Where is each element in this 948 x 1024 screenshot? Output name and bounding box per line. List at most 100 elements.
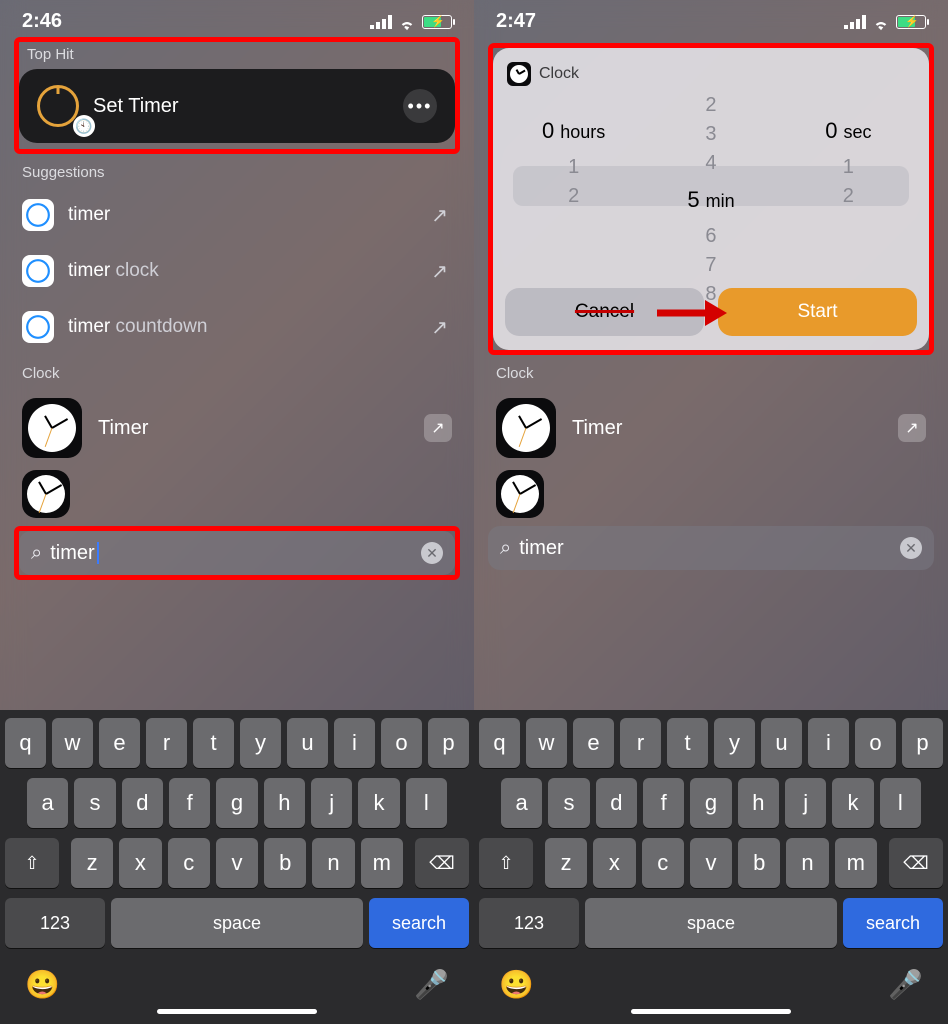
time-picker[interactable]: 0hours 1 2 2 3 4 5min 6 7 8: [505, 94, 917, 274]
dictation-key[interactable]: 🎤: [414, 968, 449, 1001]
status-time: 2:46: [22, 10, 62, 33]
key-a[interactable]: a: [27, 778, 68, 828]
key-b[interactable]: b: [264, 838, 306, 888]
go-arrow-icon: ↗: [431, 203, 448, 228]
hours-column[interactable]: 0hours 1 2: [506, 94, 642, 274]
shift-key[interactable]: ⇧: [479, 838, 533, 888]
clock-row-label: Timer: [98, 417, 148, 440]
timer-widget[interactable]: Clock 0hours 1 2 2 3: [493, 48, 929, 350]
key-t[interactable]: t: [667, 718, 708, 768]
key-i[interactable]: i: [334, 718, 375, 768]
key-u[interactable]: u: [761, 718, 802, 768]
key-r[interactable]: r: [146, 718, 187, 768]
key-q[interactable]: q: [479, 718, 520, 768]
key-p[interactable]: p: [902, 718, 943, 768]
shift-key[interactable]: ⇧: [5, 838, 59, 888]
key-e[interactable]: e: [99, 718, 140, 768]
keyboard[interactable]: qwertyuiop asdfghjkl ⇧ zxcvbnm ⌫ 123 spa…: [0, 710, 474, 1024]
key-k[interactable]: k: [832, 778, 873, 828]
clock-app-icon: [496, 470, 544, 518]
key-o[interactable]: o: [381, 718, 422, 768]
backspace-key[interactable]: ⌫: [415, 838, 469, 888]
dictation-key[interactable]: 🎤: [888, 968, 923, 1001]
key-m[interactable]: m: [361, 838, 403, 888]
key-j[interactable]: j: [311, 778, 352, 828]
key-a[interactable]: a: [501, 778, 542, 828]
seconds-column[interactable]: 0sec 1 2: [780, 94, 916, 274]
suggestion-row[interactable]: timer countdown ↗: [0, 299, 474, 355]
key-c[interactable]: c: [642, 838, 684, 888]
key-m[interactable]: m: [835, 838, 877, 888]
start-button[interactable]: Start: [718, 288, 917, 336]
open-arrow-icon[interactable]: ↗: [898, 414, 926, 442]
spotlight-search[interactable]: ⌕ timer ✕: [19, 531, 455, 575]
key-x[interactable]: x: [593, 838, 635, 888]
key-f[interactable]: f: [643, 778, 684, 828]
key-g[interactable]: g: [690, 778, 731, 828]
home-indicator[interactable]: [157, 1009, 317, 1014]
key-n[interactable]: n: [312, 838, 354, 888]
search-key[interactable]: search: [843, 898, 943, 948]
go-arrow-icon: ↗: [431, 259, 448, 284]
status-time: 2:47: [496, 10, 536, 33]
top-hit-card[interactable]: Set Timer 🕙 •••: [19, 69, 455, 143]
key-w[interactable]: w: [52, 718, 93, 768]
key-u[interactable]: u: [287, 718, 328, 768]
suggestion-row[interactable]: timer ↗: [0, 187, 474, 243]
spotlight-search[interactable]: ⌕ timer ✕: [488, 526, 934, 570]
key-d[interactable]: d: [596, 778, 637, 828]
key-g[interactable]: g: [216, 778, 257, 828]
home-indicator[interactable]: [631, 1009, 791, 1014]
space-key[interactable]: space: [111, 898, 363, 948]
suggestion-text: timer countdown: [68, 316, 207, 338]
key-v[interactable]: v: [216, 838, 258, 888]
key-v[interactable]: v: [690, 838, 732, 888]
key-o[interactable]: o: [855, 718, 896, 768]
key-w[interactable]: w: [526, 718, 567, 768]
key-y[interactable]: y: [240, 718, 281, 768]
key-p[interactable]: p: [428, 718, 469, 768]
clear-button[interactable]: ✕: [900, 537, 922, 559]
numbers-key[interactable]: 123: [5, 898, 105, 948]
battery-icon: ⚡: [422, 15, 452, 29]
emoji-key[interactable]: 😀: [25, 968, 60, 1001]
key-d[interactable]: d: [122, 778, 163, 828]
key-n[interactable]: n: [786, 838, 828, 888]
search-key[interactable]: search: [369, 898, 469, 948]
key-s[interactable]: s: [548, 778, 589, 828]
key-r[interactable]: r: [620, 718, 661, 768]
key-x[interactable]: x: [119, 838, 161, 888]
search-input[interactable]: timer: [50, 542, 98, 565]
key-l[interactable]: l: [880, 778, 921, 828]
suggestion-row[interactable]: timer clock ↗: [0, 243, 474, 299]
key-y[interactable]: y: [714, 718, 755, 768]
numbers-key[interactable]: 123: [479, 898, 579, 948]
key-i[interactable]: i: [808, 718, 849, 768]
clock-timer-row[interactable]: Timer ↗: [0, 388, 474, 468]
key-f[interactable]: f: [169, 778, 210, 828]
key-t[interactable]: t: [193, 718, 234, 768]
clock-timer-row[interactable]: Timer ↗: [474, 388, 948, 468]
key-k[interactable]: k: [358, 778, 399, 828]
clear-button[interactable]: ✕: [421, 542, 443, 564]
keyboard[interactable]: qwertyuiop asdfghjkl ⇧ zxcvbnm ⌫ 123 spa…: [474, 710, 948, 1024]
backspace-key[interactable]: ⌫: [889, 838, 943, 888]
key-l[interactable]: l: [406, 778, 447, 828]
key-z[interactable]: z: [71, 838, 113, 888]
key-q[interactable]: q: [5, 718, 46, 768]
space-key[interactable]: space: [585, 898, 837, 948]
key-z[interactable]: z: [545, 838, 587, 888]
open-arrow-icon[interactable]: ↗: [424, 414, 452, 442]
suggestions-label: Suggestions: [0, 154, 474, 187]
more-button[interactable]: •••: [403, 89, 437, 123]
key-e[interactable]: e: [573, 718, 614, 768]
key-j[interactable]: j: [785, 778, 826, 828]
key-s[interactable]: s: [74, 778, 115, 828]
emoji-key[interactable]: 😀: [499, 968, 534, 1001]
key-h[interactable]: h: [264, 778, 305, 828]
key-c[interactable]: c: [168, 838, 210, 888]
key-b[interactable]: b: [738, 838, 780, 888]
key-h[interactable]: h: [738, 778, 779, 828]
search-input[interactable]: timer: [519, 537, 563, 560]
minutes-column[interactable]: 2 3 4 5min 6 7 8: [643, 94, 779, 274]
